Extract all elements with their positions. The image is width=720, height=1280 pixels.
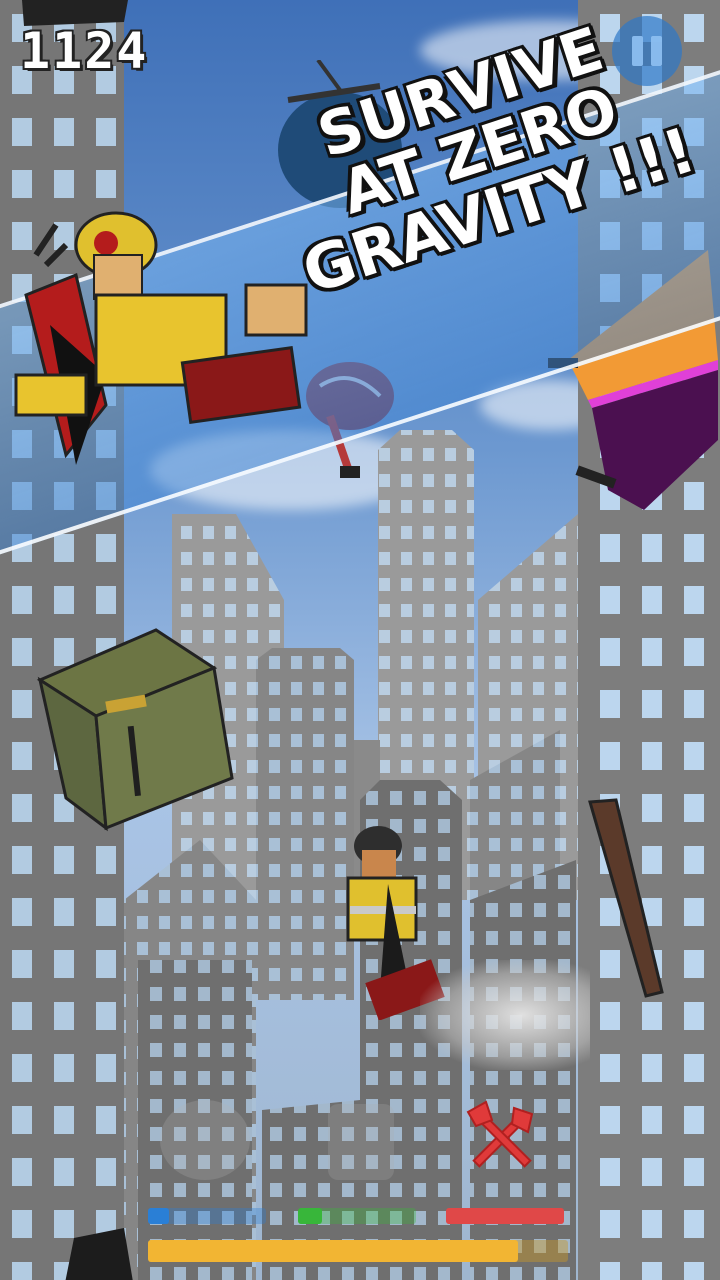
- virtual-joystick[interactable]: [160, 1100, 250, 1180]
- crossed-axes-icon[interactable]: [462, 1098, 542, 1178]
- red-meter: [446, 1208, 564, 1224]
- game-scene: SURVIVE AT ZERO GRAVITY !!!: [0, 0, 720, 1280]
- extinguisher-smoke: [420, 960, 590, 1070]
- red-meter-fill: [446, 1208, 564, 1224]
- jump-button[interactable]: [328, 1104, 394, 1180]
- blue-meter: [148, 1208, 266, 1224]
- pause-icon: [632, 36, 643, 66]
- green-meter: [298, 1208, 416, 1224]
- green-meter-fill: [298, 1208, 322, 1224]
- blue-meter-fill: [148, 1208, 170, 1224]
- fuel-bar-fill: [148, 1240, 518, 1262]
- score-counter: 1124: [20, 22, 149, 80]
- debris: [65, 1228, 133, 1280]
- pause-button[interactable]: [612, 16, 682, 86]
- floating-safe: [36, 628, 234, 832]
- floating-board: [588, 798, 664, 998]
- fuel-bar: [148, 1240, 568, 1262]
- pause-icon-bar: [651, 36, 662, 66]
